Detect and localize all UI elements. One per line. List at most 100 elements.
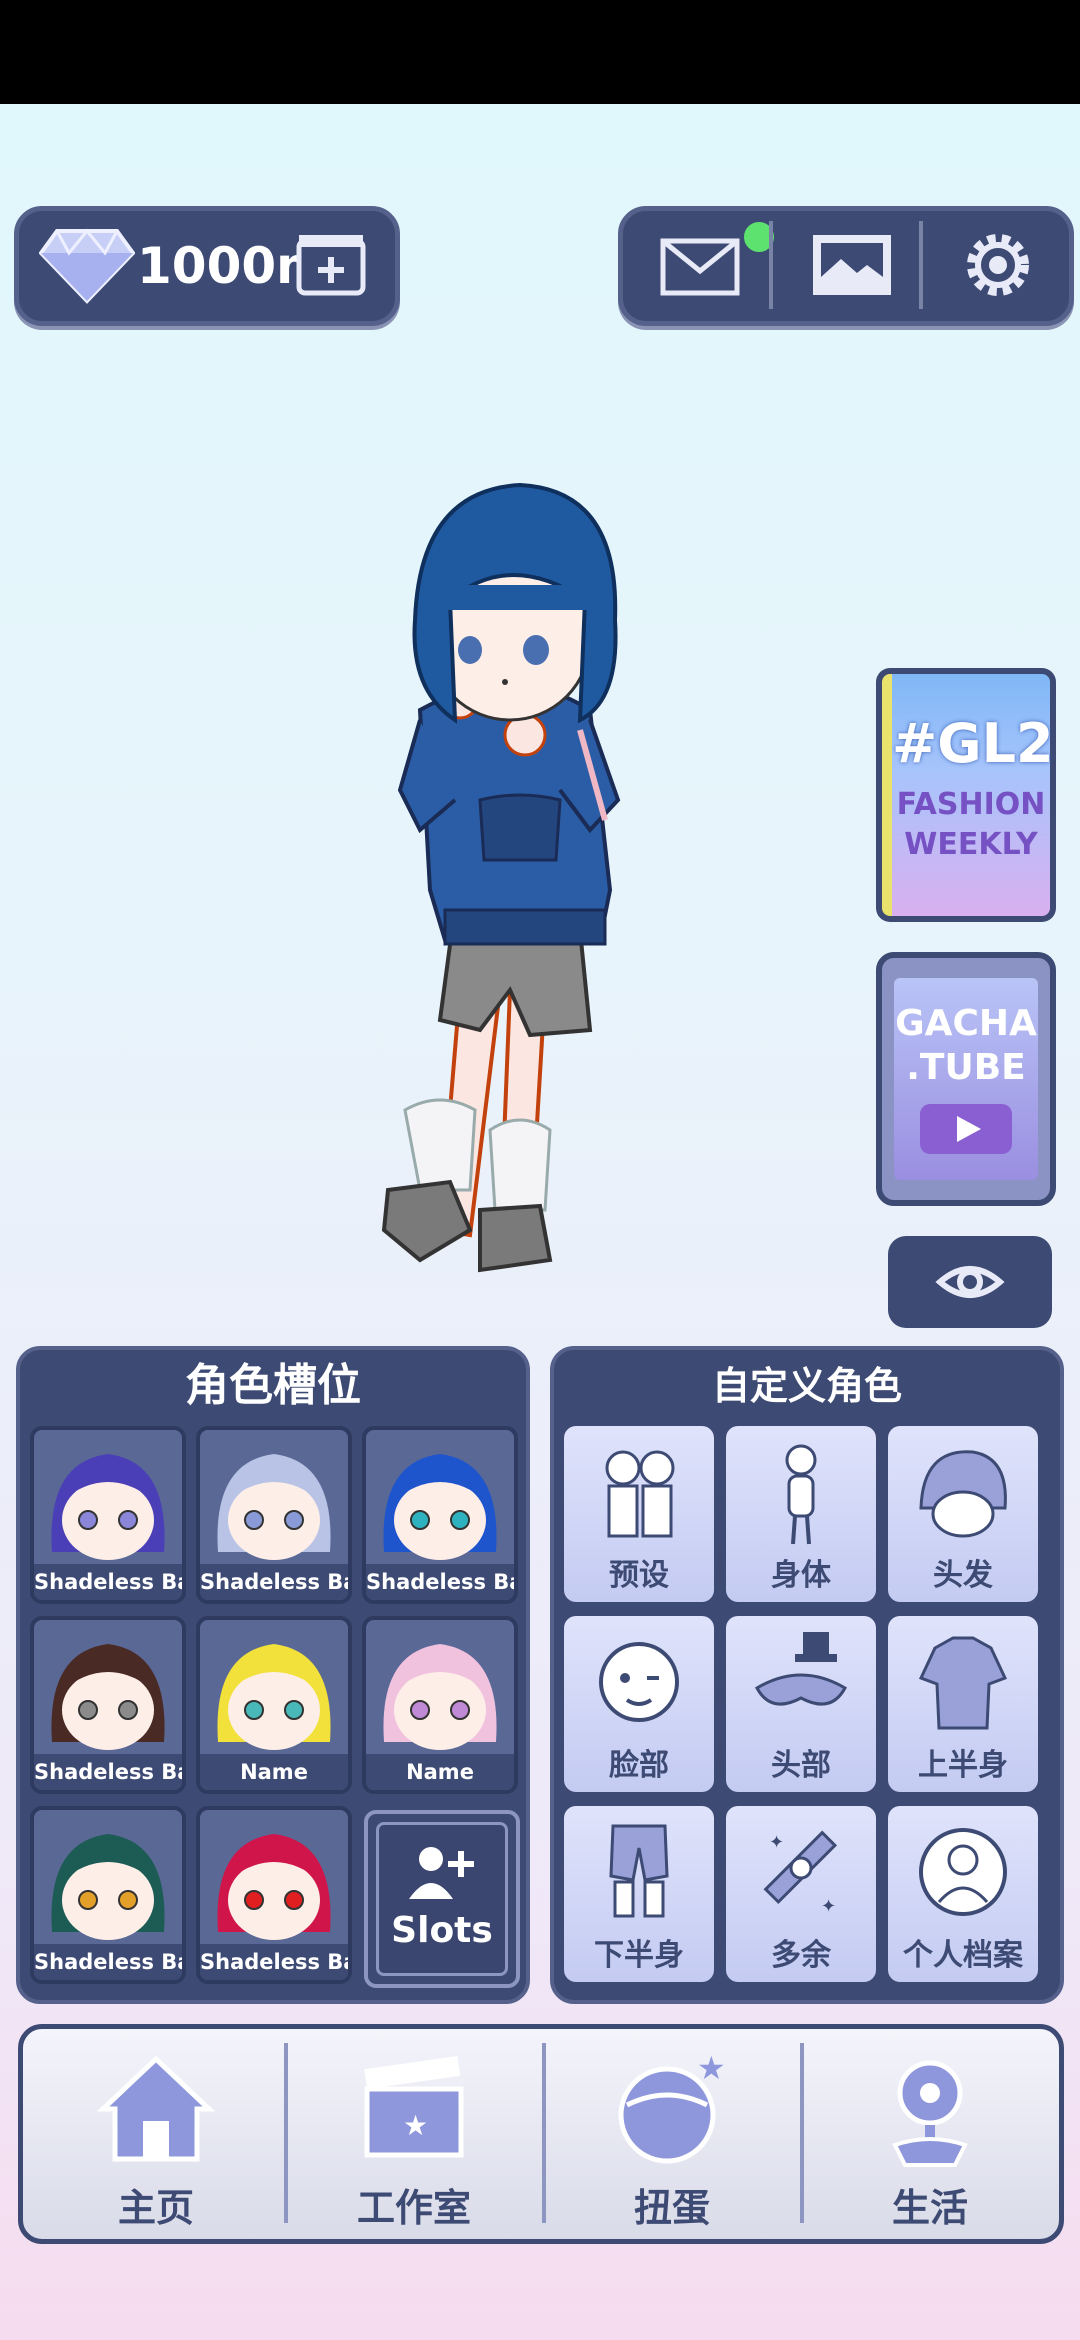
slot-label: Shadeless Bas: [34, 1944, 182, 1980]
gl2-subtitle-2: WEEKLY: [904, 827, 1038, 862]
tube-line-1: GACHA: [895, 1003, 1037, 1044]
customize-label: 头部: [771, 1748, 831, 1783]
add-currency-button[interactable]: [295, 231, 367, 299]
character-slot[interactable]: Shadeless Bas: [30, 1426, 186, 1604]
character-slot[interactable]: Name: [196, 1616, 352, 1794]
slot-label: Name: [366, 1754, 514, 1790]
status-bar: [0, 0, 1080, 104]
character-avatar-icon: [51, 1834, 165, 1940]
customize-panel-title: 自定义角色: [711, 1364, 902, 1408]
head-accessory-icon: [754, 1632, 848, 1706]
add-user-icon: [409, 1847, 474, 1899]
image-icon: [813, 235, 891, 295]
customize-label: 多余: [771, 1938, 831, 1973]
add-slot-button[interactable]: Slots: [364, 1810, 520, 1988]
slot-label: Shadeless Bas: [34, 1754, 182, 1790]
character-avatar-icon: [217, 1834, 331, 1940]
customize-hair-button[interactable]: 头发: [888, 1426, 1038, 1602]
gallery-button[interactable]: [797, 229, 907, 301]
slot-label: Name: [200, 1754, 348, 1790]
nav-divider: [284, 2043, 288, 2223]
slots-panel-title: 角色槽位: [185, 1360, 361, 1411]
top-right-toolbar: [618, 206, 1074, 326]
customize-head-accessory-button[interactable]: 头部: [726, 1616, 876, 1792]
svg-text:✦: ✦: [821, 1896, 836, 1917]
hair-icon: [919, 1450, 1007, 1538]
customize-label: 脸部: [609, 1748, 669, 1783]
character-avatar-icon: [51, 1454, 165, 1560]
settings-button[interactable]: [943, 229, 1053, 301]
customize-face-button[interactable]: 脸部: [564, 1616, 714, 1792]
toggle-visibility-button[interactable]: [888, 1236, 1052, 1328]
face-icon: [599, 1642, 679, 1722]
customize-label: 身体: [771, 1558, 831, 1593]
mail-button[interactable]: [649, 219, 777, 301]
nav-studio[interactable]: ★ 工作室: [285, 2029, 543, 2239]
character-slot[interactable]: Shadeless Bas: [196, 1426, 352, 1604]
gear-icon: [967, 234, 1029, 296]
divider: [769, 221, 773, 309]
svg-text:★: ★: [403, 2109, 428, 2142]
gl2-subtitle-1: FASHION: [896, 787, 1046, 822]
customize-shirt-button[interactable]: 上半身: [888, 1616, 1038, 1792]
slot-label: Shadeless Bas: [200, 1944, 348, 1980]
nav-label: 生活: [891, 2186, 968, 2230]
add-slot-label: Slots: [391, 1910, 493, 1951]
nav-life[interactable]: 生活: [801, 2029, 1059, 2239]
gacha-icon: ★: [618, 2049, 726, 2164]
nav-label: 主页: [117, 2186, 194, 2230]
divider: [919, 221, 923, 309]
body-icon: [785, 1444, 817, 1545]
tube-line-2: .TUBE: [906, 1047, 1026, 1088]
nav-divider: [800, 2043, 804, 2223]
profile-icon: [919, 1828, 1007, 1916]
slot-label: Shadeless Bas: [366, 1564, 514, 1600]
character-avatar-icon: [383, 1644, 497, 1750]
shirt-icon: [918, 1636, 1008, 1730]
nav-gacha[interactable]: ★ 扭蛋: [543, 2029, 801, 2239]
currency-pill: 1000m: [14, 206, 400, 326]
home-icon: [96, 2055, 216, 2162]
gacha-tube-card[interactable]: GACHA .TUBE: [876, 952, 1056, 1206]
svg-text:✦: ✦: [769, 1832, 784, 1853]
character-slot[interactable]: Shadeless Bas: [362, 1426, 518, 1604]
slot-label: Shadeless Bas: [34, 1564, 182, 1600]
preset-icon: [605, 1450, 675, 1538]
customize-label: 下半身: [594, 1938, 684, 1973]
character-slot[interactable]: Name: [362, 1616, 518, 1794]
eye-icon: [935, 1266, 1005, 1298]
customize-extra-button[interactable]: ✦ ✦ 多余: [726, 1806, 876, 1982]
customize-body-button[interactable]: 身体: [726, 1426, 876, 1602]
customize-pants-button[interactable]: 下半身: [564, 1806, 714, 1982]
nav-divider: [542, 2043, 546, 2223]
nav-label: 工作室: [356, 2186, 471, 2230]
extra-icon: ✦✦: [763, 1830, 838, 1917]
character-slot[interactable]: Shadeless Bas: [30, 1616, 186, 1794]
character-avatar-icon: [51, 1644, 165, 1750]
customize-label: 个人档案: [903, 1938, 1023, 1973]
play-icon: [920, 1104, 1012, 1154]
nav-home[interactable]: 主页: [27, 2029, 285, 2239]
character-avatar-icon: [217, 1644, 331, 1750]
slot-label: Shadeless Bas: [200, 1564, 348, 1600]
character-avatar-icon: [217, 1454, 331, 1560]
customize-label: 上半身: [918, 1748, 1008, 1783]
diamond-icon: [39, 228, 135, 304]
customize-character-panel: 自定义角色 预设 身体 头发 脸部 头部 上半身 下半身 ✦ ✦ 多余 个人档案: [550, 1346, 1064, 2004]
studio-icon: ★: [364, 2056, 464, 2158]
pants-icon: [609, 1824, 669, 1918]
customize-profile-button[interactable]: 个人档案: [888, 1806, 1038, 1982]
customize-label: 头发: [933, 1558, 993, 1593]
gl2-title: #GL2: [892, 712, 1054, 775]
customize-preset-button[interactable]: 预设: [564, 1426, 714, 1602]
fashion-weekly-card[interactable]: #GL2 FASHION WEEKLY: [876, 668, 1056, 922]
character-slot[interactable]: Shadeless Bas: [196, 1806, 352, 1984]
character-avatar-icon: [383, 1454, 497, 1560]
life-icon: [892, 2060, 968, 2167]
customize-label: 预设: [609, 1558, 669, 1593]
svg-text:★: ★: [697, 2049, 726, 2087]
character-preview[interactable]: [360, 470, 690, 1300]
bottom-navigation: 主页 ★ 工作室 ★ 扭蛋 生活: [18, 2024, 1064, 2244]
character-slot[interactable]: Shadeless Bas: [30, 1806, 186, 1984]
nav-label: 扭蛋: [633, 2186, 710, 2230]
